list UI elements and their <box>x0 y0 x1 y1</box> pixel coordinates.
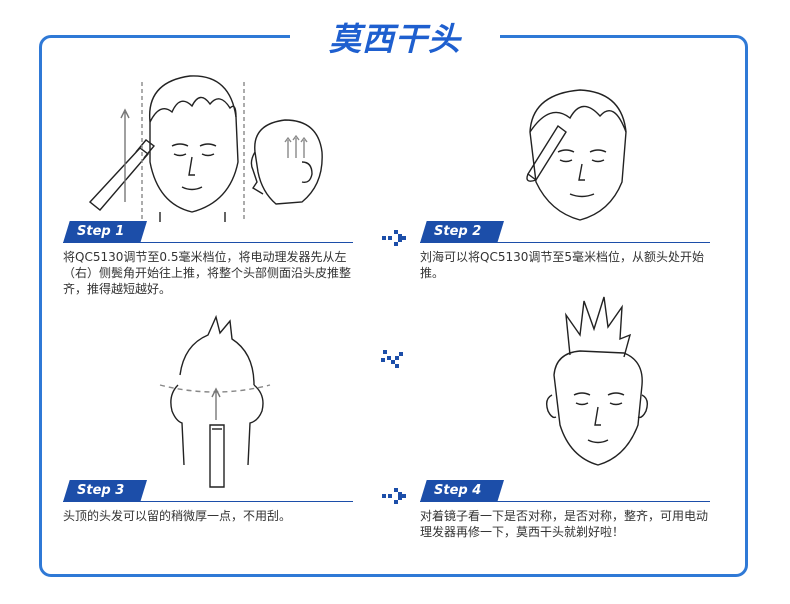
step1-illustration <box>88 75 323 222</box>
page-title: 莫西干头 <box>328 20 461 58</box>
step-4-text: 对着镜子看一下是否对称，是否对称，整齐，可用电动理发器再修一下，莫西干头就剃好啦… <box>420 509 709 539</box>
step-4-divider <box>420 501 710 502</box>
arrow-right-icon <box>382 230 406 246</box>
title-banner: 莫西干头 <box>290 12 500 62</box>
step-2-text: 刘海可以将QC5130调节至5毫米档位，从额头处开始推。 <box>420 250 704 280</box>
step-4-label: Step 4 <box>420 480 504 502</box>
step-1-divider <box>63 242 353 243</box>
step-2-label: Step 2 <box>420 221 504 243</box>
step3-illustration <box>159 315 271 488</box>
step-3-label: Step 3 <box>63 480 147 502</box>
step-2-divider <box>420 242 710 243</box>
step2-illustration <box>526 89 627 221</box>
arrow-right-icon <box>382 488 406 504</box>
step-3-divider <box>63 501 353 502</box>
step-1-text: 将QC5130调节至0.5毫米档位，将电动理发器先从左（右）侧鬓角开始往上推，将… <box>63 250 352 296</box>
arrow-diagonal-icon <box>381 350 403 368</box>
step-3-text: 头顶的头发可以留的稍微厚一点，不用刮。 <box>63 509 292 523</box>
step-1-label: Step 1 <box>63 221 147 243</box>
step4-illustration <box>545 296 649 466</box>
